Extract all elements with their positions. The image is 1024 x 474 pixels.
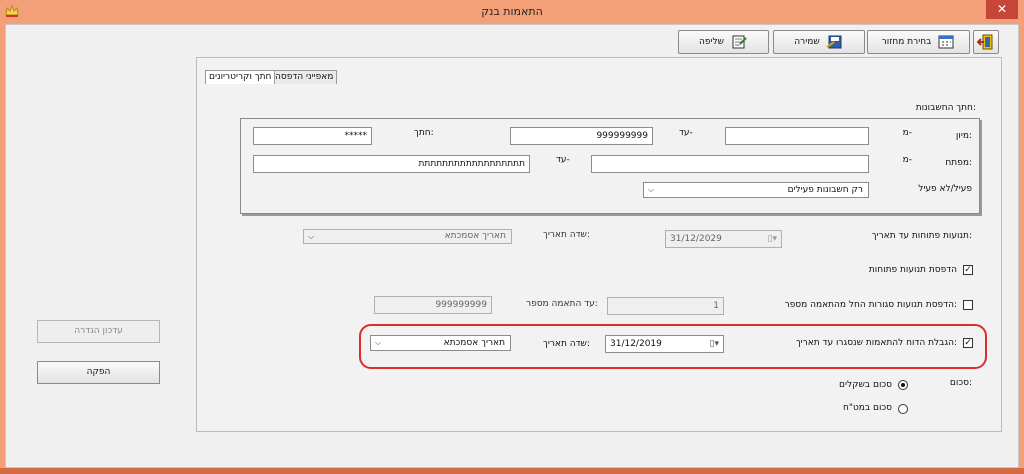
update-definition-button[interactable]: עדכון הגדרה	[37, 320, 160, 343]
limit-report-date-field-value: תאריך אסמכתא	[443, 338, 505, 348]
produce-button[interactable]: הפקה	[37, 361, 160, 384]
cut-input[interactable]: *****	[253, 127, 372, 145]
sum-shekel-radio[interactable]	[898, 380, 908, 390]
open-moves-date-field-label: שדה תאריך:	[543, 230, 590, 240]
tab-print-properties[interactable]: מאפייני הדפסה	[271, 70, 338, 84]
open-moves-date-field-select[interactable]: ⌵ תאריך אסמכתא	[303, 229, 512, 244]
choose-period-label: בחירת מחזור	[881, 37, 932, 47]
criteria-panel	[196, 57, 1002, 432]
chevron-down-icon: ⌵	[648, 185, 655, 194]
limit-report-date-input[interactable]: 31/12/2019 ▯▾	[605, 335, 724, 353]
window-title: התאמות בנק	[481, 5, 543, 18]
exit-button[interactable]	[973, 30, 999, 54]
sum-foreign-label: סכום במט"ח	[842, 403, 892, 413]
open-moves-date-field-value: תאריך אסמכתא	[444, 231, 506, 241]
key-from-input[interactable]	[591, 155, 869, 173]
sort-to-input[interactable]: 999999999	[510, 127, 653, 145]
key-to-label: עד-	[556, 155, 570, 165]
chevron-down-icon: ⌵	[308, 232, 315, 241]
sort-to-label: עד-	[679, 128, 693, 138]
open-moves-date-input[interactable]: 31/12/2029 ▯▾	[665, 230, 782, 248]
key-to-input[interactable]: תתתתתתתתתתתתתתתתתת	[253, 155, 530, 173]
active-select-value: רק חשבונות פעילים	[787, 185, 863, 195]
fetch-label: שליפה	[698, 37, 724, 47]
sum-shekel-label: סכום בשקלים	[839, 380, 892, 390]
save-label: שמירה	[794, 37, 820, 47]
cut-label: חתך:	[414, 128, 434, 138]
sum-foreign-radio[interactable]	[898, 404, 908, 414]
open-moves-date-value: 31/12/2029	[670, 234, 722, 244]
closed-to-input[interactable]: 999999999	[374, 296, 492, 314]
choose-period-button[interactable]: בחירת מחזור	[867, 30, 970, 54]
closed-from-input[interactable]: 1	[607, 297, 724, 315]
limit-report-date-value: 31/12/2019	[610, 339, 662, 349]
open-moves-label: תנועות פתוחות עד תאריך:	[871, 231, 972, 241]
sort-from-input[interactable]	[725, 127, 869, 145]
accounts-section-title: חתך החשבונות:	[915, 103, 976, 113]
calendar-icon	[938, 35, 954, 49]
save-disk-icon	[826, 35, 842, 49]
active-select[interactable]: ⌵ רק חשבונות פעילים	[643, 182, 869, 198]
limit-report-checkbox[interactable]: ✓	[963, 338, 973, 348]
calendar-dropdown-icon: ▯▾	[767, 234, 777, 244]
print-open-label: הדפסת תנועות פתוחות	[868, 265, 957, 275]
sort-label: מיון:	[955, 131, 972, 141]
taskbar	[0, 468, 1024, 474]
chevron-down-icon: ⌵	[375, 338, 382, 347]
active-label: פעיל/לא פעיל	[918, 184, 972, 194]
limit-report-label: הגבלת הדוח להתאמות שנסגרו עד תאריך:	[795, 338, 957, 348]
title-bar: התאמות בנק ✕	[0, 0, 1024, 24]
limit-report-date-field-label: שדה תאריך:	[543, 339, 590, 349]
sum-label: סכום:	[949, 378, 972, 388]
print-closed-label: הדפסת תנועות סגורות החל מהתאמה מספר:	[784, 300, 957, 310]
closed-to-label: עד התאמה מספר:	[526, 299, 598, 309]
key-label: מפתח:	[945, 158, 972, 168]
save-button[interactable]: שמירה	[773, 30, 865, 54]
door-exit-icon	[977, 34, 993, 50]
print-closed-checkbox[interactable]	[963, 300, 973, 310]
fetch-document-icon	[732, 35, 747, 49]
print-open-checkbox[interactable]: ✓	[963, 265, 973, 275]
sort-from-label: מ-	[902, 128, 912, 138]
key-from-label: מ-	[902, 155, 912, 165]
fetch-button[interactable]: שליפה	[678, 30, 769, 54]
calendar-dropdown-icon: ▯▾	[709, 339, 719, 349]
crown-app-icon	[5, 4, 19, 17]
tab-cut-criteria[interactable]: חתך וקריטריונים	[205, 70, 276, 84]
limit-report-date-field-select[interactable]: ⌵ תאריך אסמכתא	[370, 335, 511, 351]
close-button[interactable]: ✕	[986, 0, 1018, 19]
